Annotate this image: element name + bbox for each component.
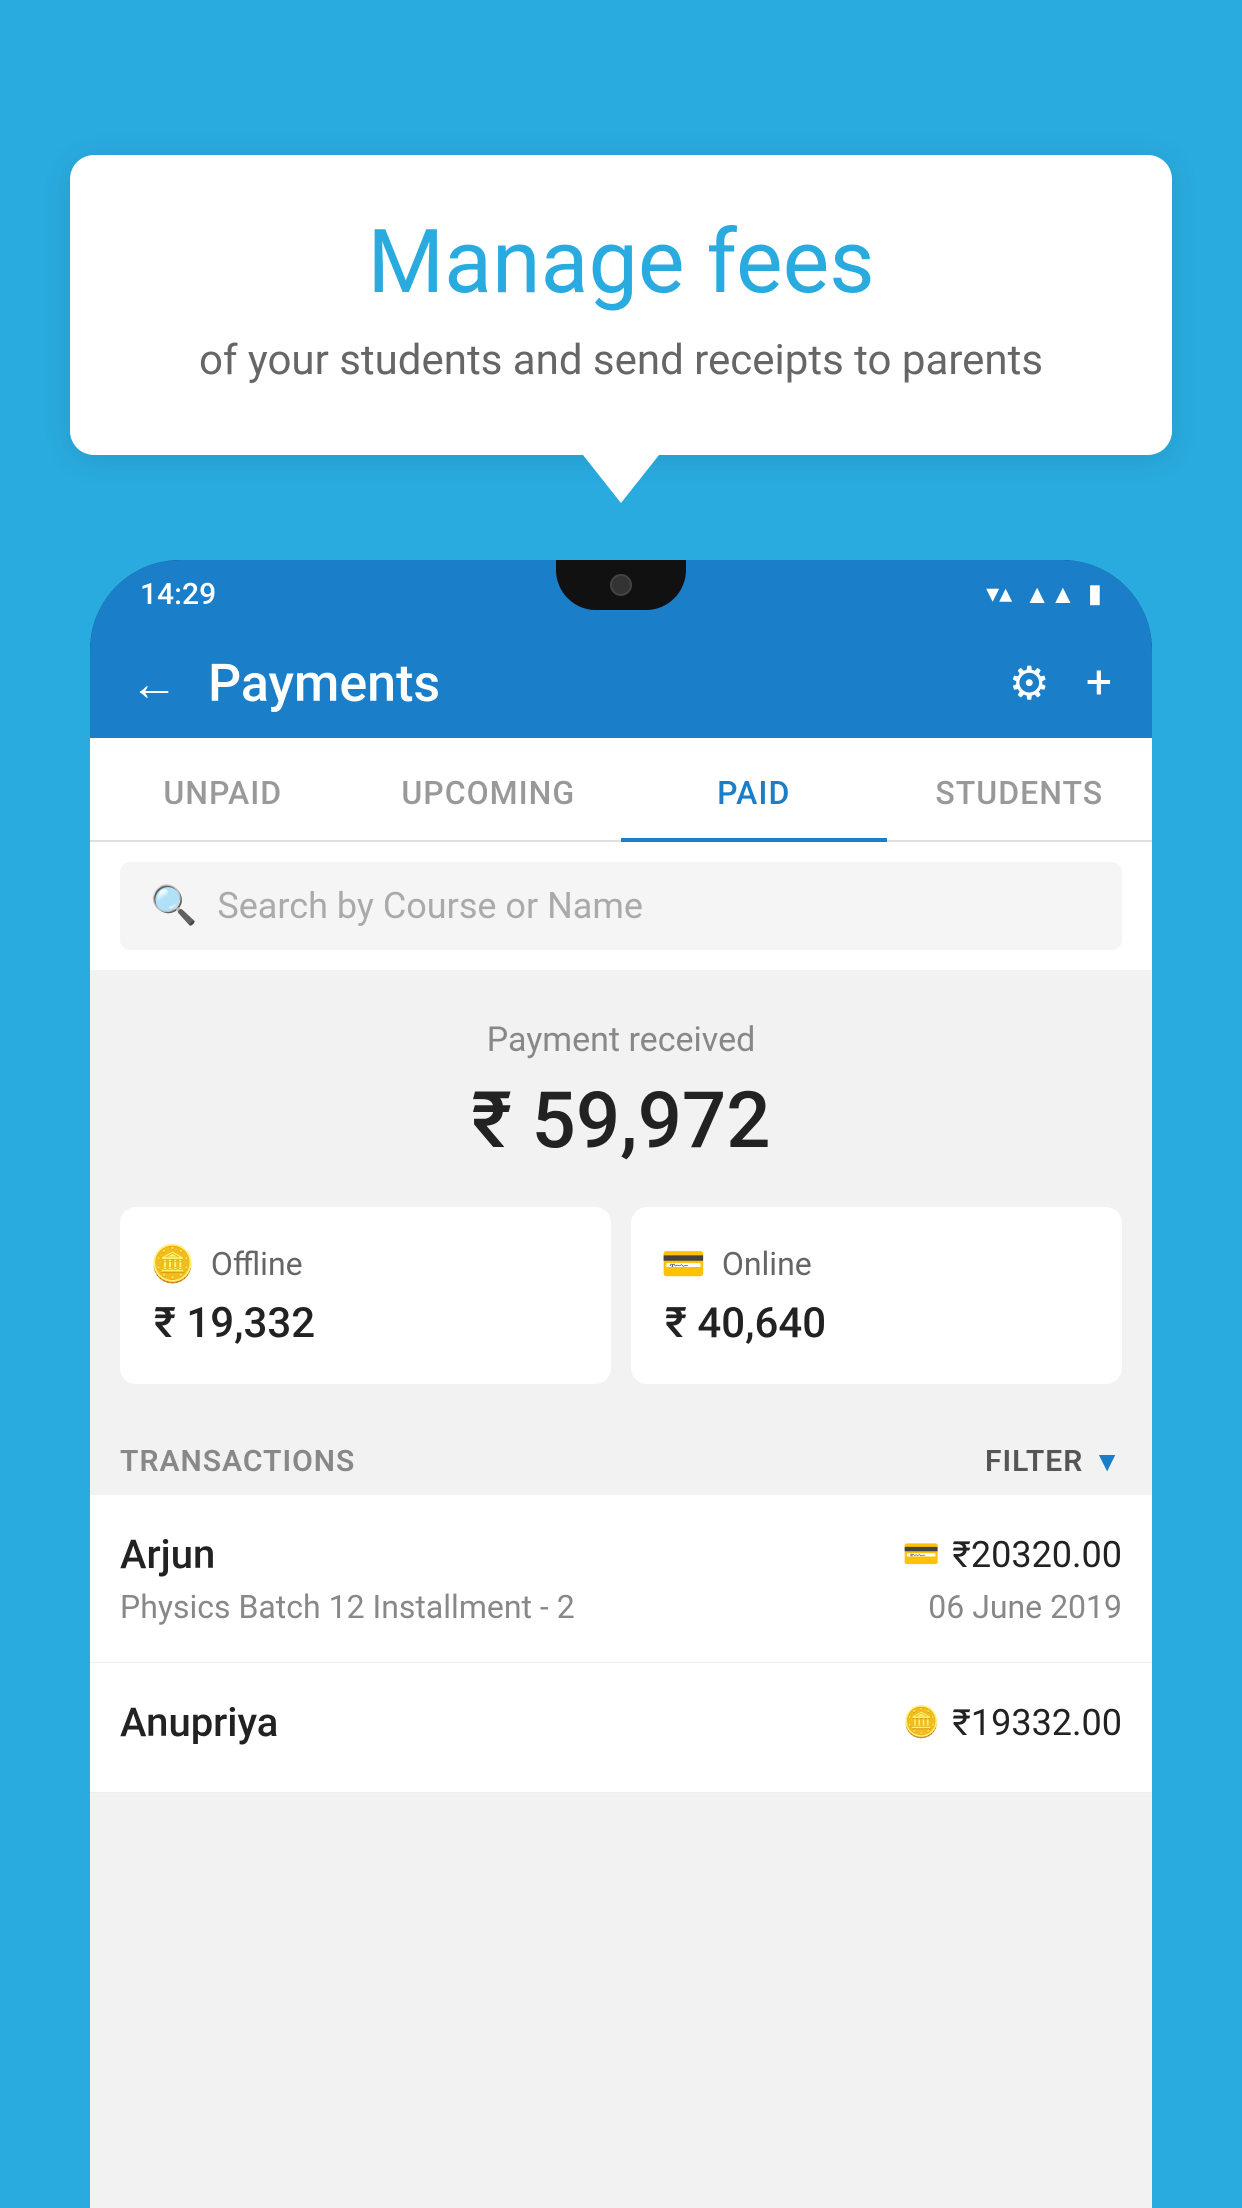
transactions-header: TRANSACTIONS FILTER ▼: [90, 1424, 1152, 1495]
search-bar-container: 🔍 Search by Course or Name: [90, 842, 1152, 970]
transaction-row-bottom: Physics Batch 12 Installment - 2 06 June…: [120, 1588, 1122, 1626]
online-payment-icon: 💳: [903, 1537, 940, 1572]
table-row[interactable]: Arjun 💳 ₹20320.00 Physics Batch 12 Insta…: [90, 1495, 1152, 1663]
add-icon[interactable]: +: [1086, 656, 1112, 710]
speech-bubble-subtitle: of your students and send receipts to pa…: [150, 336, 1092, 385]
search-input[interactable]: Search by Course or Name: [217, 885, 643, 927]
header-icons: ⚙ +: [1009, 656, 1112, 711]
back-button[interactable]: ←: [130, 655, 178, 712]
online-amount: ₹ 40,640: [661, 1299, 1092, 1348]
wifi-icon: ▾▴: [986, 579, 1012, 609]
offline-amount: ₹ 19,332: [150, 1299, 581, 1348]
search-icon: 🔍: [150, 884, 197, 928]
tab-upcoming[interactable]: UPCOMING: [356, 738, 622, 840]
payment-received-section: Payment received ₹ 59,972: [90, 970, 1152, 1207]
tab-students[interactable]: STUDENTS: [887, 738, 1153, 840]
payment-cards: 🪙 Offline ₹ 19,332 💳 Online ₹ 40,640: [90, 1207, 1152, 1424]
settings-icon[interactable]: ⚙: [1009, 656, 1050, 711]
transaction-amount: ₹20320.00: [952, 1534, 1122, 1576]
filter-icon: ▼: [1093, 1445, 1122, 1478]
speech-bubble: Manage fees of your students and send re…: [70, 155, 1172, 455]
payment-received-label: Payment received: [120, 1020, 1122, 1060]
status-icons: ▾▴ ▲▲ ▮: [986, 579, 1102, 610]
online-label: Online: [722, 1245, 812, 1283]
offline-card-header: 🪙 Offline: [150, 1243, 581, 1285]
battery-icon: ▮: [1088, 579, 1102, 609]
app-header: ← Payments ⚙ +: [90, 628, 1152, 738]
online-icon: 💳: [661, 1243, 706, 1285]
app-content: 🔍 Search by Course or Name Payment recei…: [90, 842, 1152, 2208]
transaction-name: Anupriya: [120, 1699, 278, 1746]
transactions-label: TRANSACTIONS: [120, 1444, 355, 1479]
filter-label: FILTER: [985, 1444, 1083, 1479]
header-title: Payments: [208, 653, 1009, 714]
offline-payment-card: 🪙 Offline ₹ 19,332: [120, 1207, 611, 1384]
transaction-date: 06 June 2019: [928, 1588, 1122, 1626]
online-payment-card: 💳 Online ₹ 40,640: [631, 1207, 1122, 1384]
filter-button[interactable]: FILTER ▼: [985, 1444, 1122, 1479]
online-card-header: 💳 Online: [661, 1243, 1092, 1285]
speech-bubble-title: Manage fees: [150, 215, 1092, 312]
tab-paid[interactable]: PAID: [621, 738, 887, 840]
search-input-wrap[interactable]: 🔍 Search by Course or Name: [120, 862, 1122, 950]
offline-label: Offline: [211, 1245, 303, 1283]
tab-unpaid[interactable]: UNPAID: [90, 738, 356, 840]
signal-icon: ▲▲: [1024, 579, 1075, 610]
transaction-row-top: Anupriya 🪙 ₹19332.00: [120, 1699, 1122, 1746]
front-camera: [610, 574, 632, 596]
table-row[interactable]: Anupriya 🪙 ₹19332.00: [90, 1663, 1152, 1793]
transaction-amount-wrap: 💳 ₹20320.00: [903, 1534, 1122, 1576]
payment-total-amount: ₹ 59,972: [120, 1076, 1122, 1167]
transaction-row-top: Arjun 💳 ₹20320.00: [120, 1531, 1122, 1578]
transaction-course: Physics Batch 12 Installment - 2: [120, 1588, 575, 1626]
transaction-amount: ₹19332.00: [952, 1702, 1122, 1744]
offline-icon: 🪙: [150, 1243, 195, 1285]
phone-frame: 14:29 ▾▴ ▲▲ ▮ ← Payments ⚙ + UNPAID UPCO…: [90, 560, 1152, 2208]
transaction-amount-wrap: 🪙 ₹19332.00: [903, 1702, 1122, 1744]
status-time: 14:29: [140, 577, 216, 612]
tabs: UNPAID UPCOMING PAID STUDENTS: [90, 738, 1152, 842]
status-bar: 14:29 ▾▴ ▲▲ ▮: [90, 560, 1152, 628]
offline-payment-icon: 🪙: [903, 1705, 940, 1740]
notch: [556, 560, 686, 610]
transaction-name: Arjun: [120, 1531, 215, 1578]
